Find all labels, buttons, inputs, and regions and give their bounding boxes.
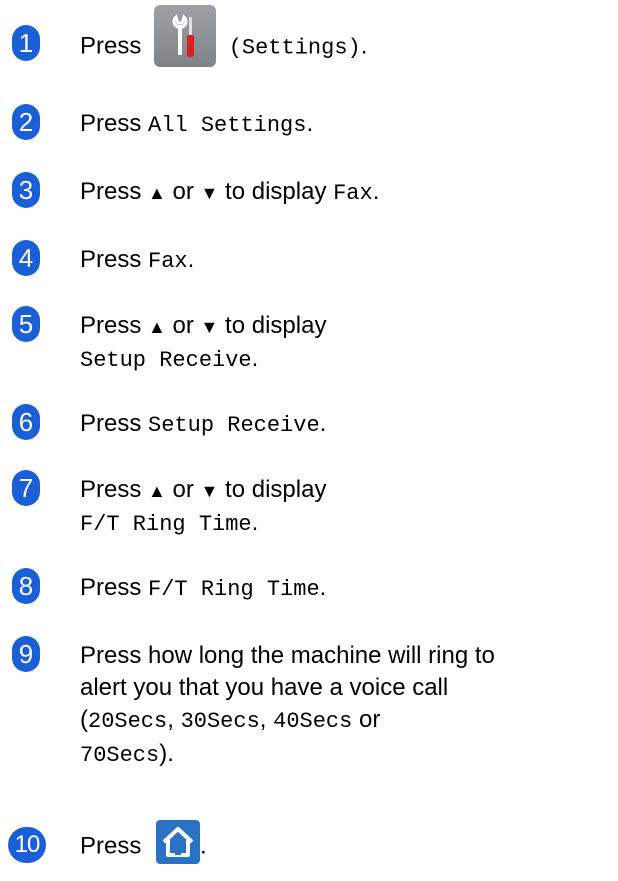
up-arrow-icon: ▲ [148, 317, 166, 337]
step-number-badge: 1 [12, 25, 40, 61]
step-3: 3 Press ▲ or ▼ to display Fax. [0, 172, 618, 212]
step-6-text: Press Setup Receive. [80, 408, 608, 442]
step-number-badge: 8 [12, 568, 40, 604]
step-1-text: Press (Settings). [80, 5, 608, 67]
or-text: or [172, 476, 194, 503]
step-2: 2 Press All Settings. [0, 104, 618, 144]
step-5: 5 Press ▲ or ▼ to display Setup Receive. [0, 306, 618, 378]
to-display-text: to display [225, 312, 327, 339]
press-text: Press [80, 32, 142, 60]
open-paren: ( [80, 706, 88, 733]
to-display-text: to display [225, 476, 327, 503]
up-arrow-icon: ▲ [148, 481, 166, 501]
step-2-text: Press All Settings. [80, 108, 608, 142]
period: . [200, 832, 207, 860]
option-70secs: 70Secs [80, 743, 160, 768]
step-3-text: Press ▲ or ▼ to display Fax. [80, 176, 608, 210]
period: . [319, 410, 327, 437]
step-number-badge: 10 [8, 827, 46, 863]
option-30secs: 30Secs [180, 709, 260, 734]
step-10-text: Press . [80, 820, 608, 864]
ft-ring-time-label: F/T Ring Time [148, 577, 320, 602]
fax-label: Fax [333, 181, 373, 206]
up-arrow-icon: ▲ [148, 183, 166, 203]
step-9: 9 Press how long the machine will ring t… [0, 636, 618, 776]
period: . [319, 574, 327, 601]
step-number-badge: 4 [12, 240, 40, 276]
press-text: Press [80, 312, 142, 339]
down-arrow-icon: ▼ [200, 481, 219, 501]
step-number-badge: 5 [12, 306, 40, 342]
settings-label: (Settings) [228, 35, 361, 61]
period: . [187, 246, 195, 273]
comma: , [259, 706, 267, 733]
step-7: 7 Press ▲ or ▼ to display F/T Ring Time. [0, 470, 618, 542]
step-7-text: Press ▲ or ▼ to display F/T Ring Time. [80, 474, 608, 541]
comma: , [167, 706, 174, 733]
setup-receive-label: Setup Receive [148, 413, 320, 438]
period: . [360, 32, 368, 60]
down-arrow-icon: ▼ [200, 183, 219, 203]
close-paren: ). [159, 740, 174, 767]
option-20secs: 20Secs [88, 709, 168, 734]
step-10: 10 Press . [0, 820, 618, 870]
house-icon [162, 827, 194, 857]
step-8-text: Press F/T Ring Time. [80, 572, 608, 606]
fax-label: Fax [148, 249, 188, 274]
press-text: Press [80, 410, 142, 437]
step-8: 8 Press F/T Ring Time. [0, 568, 618, 608]
step-9-text: Press how long the machine will ring to … [80, 640, 608, 772]
step-1: 1 Press (Settings). [0, 5, 618, 76]
or-text: or [359, 706, 381, 733]
all-settings-label: All Settings [148, 113, 307, 138]
setup-receive-label: Setup Receive [80, 348, 252, 373]
step-4: 4 Press Fax. [0, 240, 618, 280]
wrench-screwdriver-icon [172, 14, 195, 57]
to-display-text: to display [225, 178, 327, 205]
press-text: Press [80, 110, 142, 137]
step-9-line-2: alert you that you have a voice call [80, 674, 449, 701]
step-4-text: Press Fax. [80, 244, 608, 278]
press-text: Press [80, 574, 142, 601]
step-number-badge: 9 [12, 636, 40, 672]
step-number-badge: 2 [12, 104, 40, 140]
or-text: or [172, 312, 194, 339]
step-5-text: Press ▲ or ▼ to display Setup Receive. [80, 310, 608, 377]
press-text: Press [80, 476, 142, 503]
step-number-badge: 6 [12, 404, 40, 440]
step-number-badge: 7 [12, 470, 40, 506]
ft-ring-time-label: F/T Ring Time [80, 512, 252, 537]
press-text: Press [80, 832, 142, 860]
step-9-line-1: Press how long the machine will ring to [80, 642, 495, 669]
option-40secs: 40Secs [273, 709, 353, 734]
home-icon[interactable] [156, 820, 201, 864]
step-6: 6 Press Setup Receive. [0, 404, 618, 444]
period: . [251, 345, 259, 372]
or-text: or [172, 178, 194, 205]
down-arrow-icon: ▼ [200, 317, 219, 337]
press-text: Press [80, 246, 142, 273]
press-text: Press [80, 178, 142, 205]
period: . [251, 509, 259, 536]
step-number-badge: 3 [12, 172, 40, 208]
period: . [306, 110, 314, 137]
period: . [372, 178, 380, 205]
settings-icon[interactable] [154, 5, 217, 67]
